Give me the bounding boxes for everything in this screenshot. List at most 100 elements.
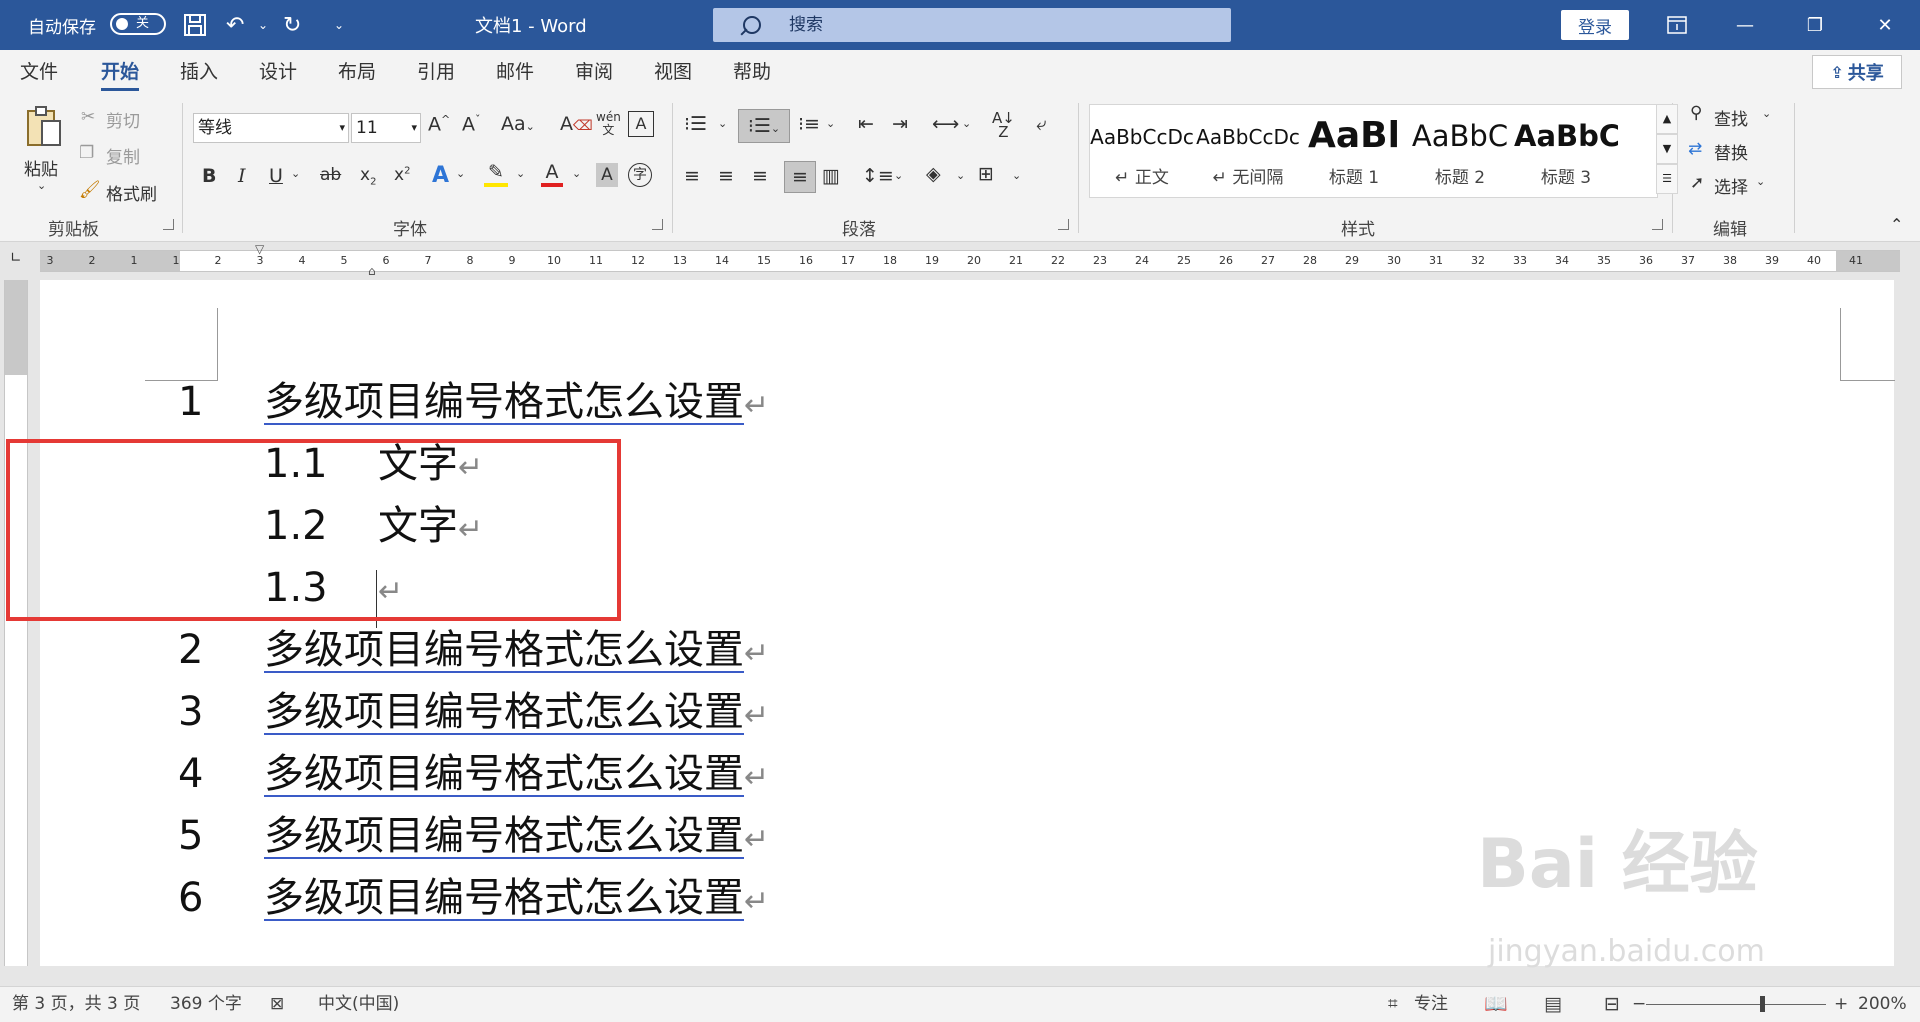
close-icon[interactable]: ✕: [1855, 0, 1915, 50]
phonetic-guide-icon[interactable]: wén 文: [596, 111, 621, 137]
bullets-dropdown-icon[interactable]: ⌄: [718, 117, 727, 130]
language[interactable]: 中文(中国): [318, 987, 399, 1022]
focus-mode[interactable]: 专注: [1414, 987, 1448, 1022]
font-launcher-icon[interactable]: [652, 219, 663, 230]
tab-review[interactable]: 审阅: [575, 50, 613, 95]
tab-view[interactable]: 视图: [654, 50, 692, 95]
font-color-dropdown-icon[interactable]: ⌄: [572, 167, 581, 180]
save-icon[interactable]: [182, 0, 208, 50]
search-input[interactable]: [787, 14, 1191, 36]
tab-insert[interactable]: 插入: [180, 50, 218, 95]
show-marks-icon[interactable]: ⤶: [1036, 113, 1047, 135]
read-mode-icon[interactable]: 📖: [1484, 987, 1508, 1022]
font-color-icon[interactable]: A: [541, 161, 563, 187]
chinese-layout-dropdown-icon[interactable]: ⌄: [962, 117, 971, 130]
text-effects-icon[interactable]: A: [432, 163, 449, 188]
align-center-icon[interactable]: ≡: [718, 165, 734, 187]
zoom-in-icon[interactable]: +: [1834, 987, 1848, 1022]
bullets-icon[interactable]: ⁝☰: [684, 113, 707, 135]
font-size-select[interactable]: 11 ▾: [351, 113, 421, 143]
tab-help[interactable]: 帮助: [733, 50, 771, 95]
decrease-indent-icon[interactable]: ⇤: [858, 113, 874, 135]
chinese-layout-icon[interactable]: ⟷: [932, 113, 959, 135]
line-spacing-icon[interactable]: ↕≡: [862, 165, 894, 187]
italic-icon[interactable]: I: [238, 165, 246, 187]
share-button[interactable]: ⇪ 共享: [1812, 55, 1902, 89]
select-dropdown-icon[interactable]: ⌄: [1756, 175, 1765, 188]
sort-icon[interactable]: A↓ Z: [992, 111, 1015, 140]
align-right-icon[interactable]: ≡: [752, 165, 768, 187]
undo-dropdown-icon[interactable]: ⌄: [258, 0, 268, 50]
change-case-icon[interactable]: Aa⌄: [501, 113, 535, 135]
strikethrough-icon[interactable]: ab: [320, 165, 341, 185]
copy-button[interactable]: 复制: [106, 143, 140, 168]
find-button[interactable]: 查找: [1714, 105, 1748, 130]
styles-scroll-down-icon[interactable]: ▼: [1656, 134, 1678, 164]
char-shading-icon[interactable]: A: [596, 163, 618, 187]
zoom-level[interactable]: 200%: [1858, 987, 1907, 1022]
paste-icon[interactable]: [24, 105, 64, 154]
underline-icon[interactable]: U: [269, 165, 283, 187]
paste-button[interactable]: 粘贴: [24, 155, 58, 180]
restore-icon[interactable]: ❐: [1785, 0, 1845, 50]
clear-formatting-icon[interactable]: A⌫: [560, 113, 593, 135]
zoom-slider[interactable]: [1646, 1004, 1826, 1005]
multilevel-dropdown-icon[interactable]: ⌄: [826, 117, 835, 130]
word-count[interactable]: 369 个字: [170, 987, 242, 1022]
borders-icon[interactable]: ⊞: [978, 163, 994, 185]
grow-font-icon[interactable]: A^: [428, 113, 450, 135]
bold-icon[interactable]: B: [202, 165, 216, 187]
hanging-indent-icon[interactable]: ⌂: [368, 264, 376, 278]
vertical-ruler[interactable]: [4, 280, 28, 966]
paste-dropdown-icon[interactable]: ⌄: [37, 179, 46, 192]
tab-references[interactable]: 引用: [417, 50, 455, 95]
text-effects-dropdown-icon[interactable]: ⌄: [456, 167, 465, 180]
first-line-indent-icon[interactable]: ▽: [255, 242, 264, 256]
borders-dropdown-icon[interactable]: ⌄: [1012, 169, 1021, 182]
distributed-icon[interactable]: ▥: [822, 165, 840, 187]
customize-icon[interactable]: ⌄: [334, 0, 344, 50]
highlight-dropdown-icon[interactable]: ⌄: [516, 167, 525, 180]
styles-more-icon[interactable]: ☰: [1656, 164, 1678, 194]
paragraph-launcher-icon[interactable]: [1058, 219, 1069, 230]
shading-icon[interactable]: ◈: [926, 163, 941, 185]
subscript-icon[interactable]: x2: [360, 165, 376, 187]
ribbon-display-icon[interactable]: [1647, 0, 1707, 50]
clipboard-launcher-icon[interactable]: [163, 219, 174, 230]
char-border-icon[interactable]: A: [628, 111, 654, 137]
multilevel-list-icon[interactable]: ⁝≡: [798, 113, 820, 135]
undo-icon[interactable]: ↶: [226, 0, 244, 50]
styles-launcher-icon[interactable]: [1652, 219, 1663, 230]
search-box[interactable]: [713, 8, 1231, 42]
line-spacing-dropdown-icon[interactable]: ⌄: [894, 169, 903, 182]
zoom-slider-thumb[interactable]: [1760, 996, 1765, 1012]
redo-icon[interactable]: ↻: [283, 0, 301, 50]
enclose-char-icon[interactable]: 字: [628, 163, 652, 187]
autosave-toggle[interactable]: 关: [110, 13, 166, 35]
print-layout-icon[interactable]: ▤: [1544, 987, 1562, 1022]
shading-dropdown-icon[interactable]: ⌄: [956, 169, 965, 182]
tab-layout[interactable]: 布局: [338, 50, 376, 95]
zoom-out-icon[interactable]: −: [1632, 987, 1646, 1022]
font-name-select[interactable]: 等线 ▾: [193, 113, 349, 143]
collapse-ribbon-icon[interactable]: ⌃: [1890, 215, 1903, 234]
tab-mailings[interactable]: 邮件: [496, 50, 534, 95]
tab-design[interactable]: 设计: [259, 50, 297, 95]
cut-button[interactable]: 剪切: [106, 107, 140, 132]
login-button[interactable]: 登录: [1561, 10, 1629, 40]
replace-button[interactable]: 替换: [1714, 139, 1748, 164]
superscript-icon[interactable]: x2: [394, 165, 410, 185]
increase-indent-icon[interactable]: ⇥: [892, 113, 908, 135]
focus-icon[interactable]: ⌗: [1388, 987, 1398, 1022]
numbering-icon[interactable]: ⁝☰⌄: [738, 109, 790, 143]
minimize-icon[interactable]: —: [1715, 0, 1775, 50]
select-button[interactable]: 选择: [1714, 173, 1748, 198]
styles-scroll-up-icon[interactable]: ▲: [1656, 104, 1678, 134]
proofing-icon[interactable]: ⊠: [270, 987, 284, 1022]
justify-icon[interactable]: ≡: [784, 161, 816, 193]
align-left-icon[interactable]: ≡: [684, 165, 700, 187]
find-dropdown-icon[interactable]: ⌄: [1762, 107, 1771, 120]
format-painter-button[interactable]: 格式刷: [106, 180, 157, 205]
underline-dropdown-icon[interactable]: ⌄: [291, 167, 300, 180]
tab-selector-icon[interactable]: ∟: [10, 250, 22, 266]
